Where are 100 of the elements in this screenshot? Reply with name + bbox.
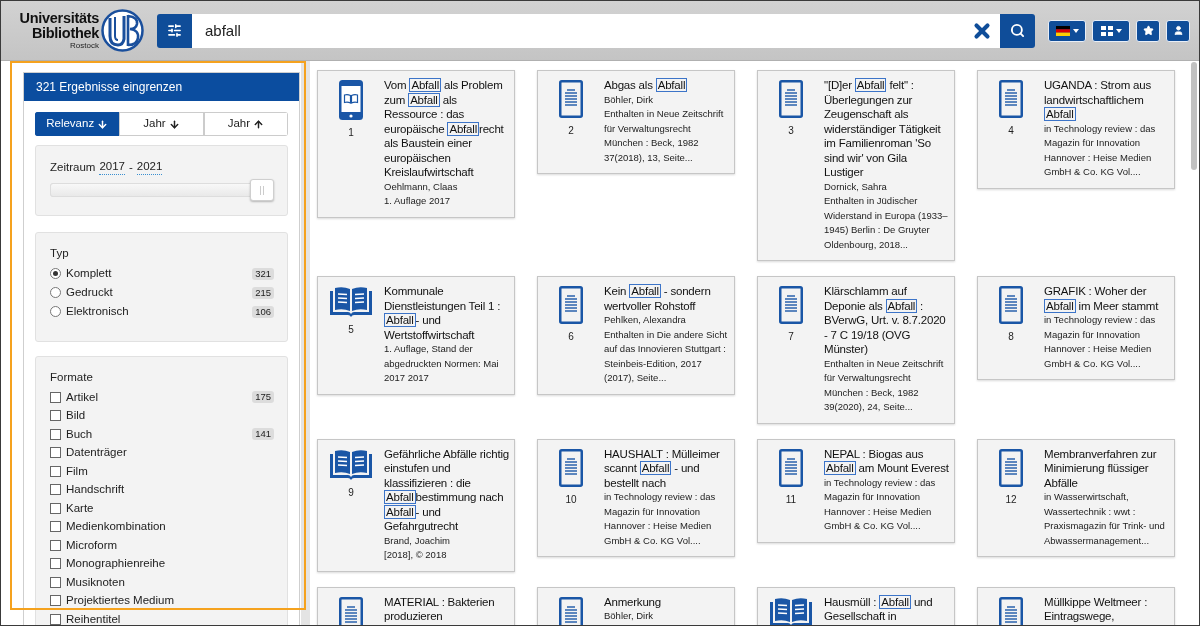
option-label[interactable]: Gedruckt [66, 283, 113, 302]
result-detail: 1. Auflage, Stand der abgedruckten Normen: Mai 2017 2017 [384, 342, 500, 385]
count-badge: 321 [252, 267, 274, 280]
language-button[interactable] [1048, 19, 1086, 42]
result-card[interactable]: 5 Kommunale Dienstleistungen Teil 1 : Abfall - und Wertstoffwirtschaft 1. Auflage, Stand der abgedruckten Normen: Mai 2017 2017 [317, 276, 515, 395]
result-card[interactable] [757, 70, 955, 261]
option-label[interactable]: Reihentitel [66, 610, 121, 625]
result-title[interactable]: NEPAL : Biogas aus Abfall am Mount Everest [824, 446, 949, 476]
checkbox[interactable] [50, 595, 61, 607]
result-title[interactable]: Anmerkung [604, 594, 729, 609]
result-detail: Dornick, Sahra [824, 179, 888, 194]
checkbox[interactable] [50, 576, 61, 588]
radio-button[interactable] [50, 268, 61, 279]
option-label[interactable]: Komplett [66, 264, 112, 283]
result-card[interactable]: MATERIAL : Bakterien produzieren [317, 586, 515, 625]
radio-button[interactable] [50, 287, 61, 298]
account-button[interactable] [1166, 19, 1190, 42]
checkbox[interactable] [50, 484, 61, 496]
scrollbar-thumb[interactable] [1191, 62, 1197, 170]
favorites-button[interactable] [1136, 19, 1160, 42]
option-label[interactable]: Handschrift [66, 481, 125, 499]
slider-thumb[interactable] [250, 179, 274, 201]
sort-button[interactable]: Jahr [119, 112, 204, 136]
result-card[interactable]: 11 NEPAL : Biogas aus Abfall am Mount Everest in Technology review : das Magazin für Innovation Hannover : Heise Medien GmbH & Co. KG Vol.... [757, 438, 955, 543]
checkbox[interactable] [50, 558, 61, 570]
result-title[interactable]: Kein Abfall - sondern wertvoller Rohstoff [604, 284, 729, 313]
checkbox[interactable] [50, 428, 61, 440]
arrow-down-icon [168, 118, 180, 130]
end-year[interactable]: 2021 [136, 159, 163, 175]
grid-icon [1100, 25, 1113, 36]
clear-button[interactable] [967, 13, 1000, 48]
section-title: Formate [50, 370, 94, 385]
result-card[interactable]: 6 Kein Abfall - sondern wertvoller Rohstoff Pehlken, Alexandra Enthalten in Die andere Sicht auf das Innovieren Stuttgart : Steinbeis-Edition, 2017 (2017), Seite... [537, 276, 735, 395]
document-icon [559, 448, 583, 487]
option-label[interactable]: Microform [66, 536, 118, 554]
option-label[interactable]: Datenträger [66, 444, 127, 462]
option-label[interactable]: Musiknoten [66, 573, 125, 591]
result-number: 1 [348, 127, 354, 139]
search-button[interactable] [1000, 13, 1035, 48]
option-label[interactable]: Buch [66, 425, 93, 443]
sort-button[interactable]: Jahr [203, 112, 288, 136]
checkbox[interactable] [50, 613, 61, 625]
view-button[interactable] [1092, 19, 1130, 42]
option-label[interactable]: Projektiertes Medium [66, 592, 174, 610]
option-label[interactable]: Karte [66, 499, 94, 517]
search-field[interactable]: abfall [192, 13, 967, 48]
filter-button[interactable] [157, 13, 192, 48]
option-label[interactable]: Artikel [66, 388, 98, 406]
document-icon [559, 286, 583, 324]
logo-icon[interactable] [101, 9, 144, 52]
result-title[interactable]: Kommunale Dienstleistungen Teil 1 : Abfall - und Wertstoffwirtschaft [384, 284, 509, 342]
sidebar-scrollbar[interactable] [301, 61, 310, 625]
result-card[interactable]: 4 UGANDA : Strom aus landwirtschaftlichem Abfall in Technology review : das Magazin für Innovation Hannover : Heise Medien GmbH & Co. KG Vol.... [977, 70, 1175, 189]
checkbox[interactable] [50, 447, 61, 459]
checkbox[interactable] [50, 521, 61, 533]
result-detail: in Technology review : das Magazin für Innovation Hannover : Heise Medien GmbH & Co. KG Vol.... [824, 475, 937, 533]
checkbox[interactable] [50, 539, 61, 551]
result-card[interactable]: 9 Gefährliche Abfälle richtig einstufen und klassifizieren : die Abfall bestimmung nach Abfall - und Gefahrgutrecht Brand, Joachim [2018], © 2018 [317, 438, 515, 572]
result-card[interactable]: 7 Klärschlamm auf Deponie als Abfall : BVerwG, Urt. v. 8.7.2020 - 7 C 19/18 (OVG Münster) Enthalten in Neue Zeitschrift für Verwaltungsrecht München : Beck, 1982 39(2020), 24, Seite... [757, 276, 955, 424]
option-label[interactable]: Monographienreihe [66, 555, 166, 573]
result-detail: 1. Auflage 2017 [384, 194, 452, 208]
user-icon [1172, 25, 1184, 36]
result-card[interactable]: 1 Vom Abfall als Problem zum Abfall als Ressource : das europäische Abfall recht als Baustein einer europäischen Kreislaufwirtschaft Oehlmann, Claas 1. Auflage 2017 [317, 70, 515, 218]
result-card[interactable]: Anmerkung Böhler, Dirk [537, 586, 735, 625]
result-title[interactable]: HAUSHALT : Mülleimer scannt Abfall - und bestellt nach [604, 446, 729, 490]
result-card[interactable]: 12 Membranverfahren zur Minimierung flüssiger Abfälle in Wasserwirtschaft, Wassertechnik : wwt : Praxismagazin für Trink- und Abwassermanagement... [977, 438, 1175, 557]
result-title[interactable]: MATERIAL : Bakterien produzieren [384, 594, 509, 624]
result-card[interactable]: Müllkippe Weltmeer : Eintragswege, [977, 586, 1175, 625]
logo-text[interactable]: Rostock [70, 41, 99, 50]
result-title[interactable]: Abgas als Abfall [604, 78, 729, 93]
option-label[interactable]: Bild [66, 407, 86, 425]
radio-button[interactable] [50, 306, 61, 317]
result-title[interactable]: Vom Abfall als Problem zum Abfall als Ressource : das europäische Abfall recht als Baustein einer europäischen Kreislaufwirtschaft [384, 78, 509, 180]
checkbox[interactable] [50, 465, 61, 477]
result-title[interactable]: UGANDA : Strom aus landwirtschaftlichem Abfall [1044, 78, 1169, 122]
result-title[interactable]: GRAFIK : Woher der Abfall im Meer stammt [1044, 284, 1169, 313]
sort-button[interactable]: Relevanz [35, 112, 120, 136]
option-label[interactable]: Film [66, 462, 88, 480]
option-label[interactable]: Medienkombination [66, 518, 166, 536]
result-title[interactable]: Gefährliche Abfälle richtig einstufen und klassifizieren : die Abfall bestimmung nach Abfall - und Gefahrgutrecht [384, 446, 509, 534]
option-label[interactable]: Elektronisch [66, 302, 129, 321]
checkbox[interactable] [50, 391, 61, 403]
result-title[interactable]: Membranverfahren zur Minimierung flüssiger Abfälle [1044, 446, 1169, 490]
logo-text[interactable]: Bibliothek [31, 26, 99, 41]
result-title[interactable]: Hausmüll : Abfall und Gesellschaft in [824, 594, 949, 624]
checkbox[interactable] [50, 410, 61, 422]
result-card[interactable]: 10 HAUSHALT : Mülleimer scannt Abfall - und bestellt nach in Technology review : das Magazin für Innovation Hannover : Heise Medien GmbH & Co. KG Vol.... [537, 438, 735, 557]
result-title[interactable]: Müllkippe Weltmeer : Eintragswege, [1044, 594, 1169, 624]
start-year[interactable]: 2017 [99, 159, 125, 175]
open-book-icon [330, 448, 372, 480]
logo-text[interactable]: Universitäts [19, 11, 99, 26]
result-card[interactable]: 8 GRAFIK : Woher der Abfall im Meer stammt in Technology review : das Magazin für Innovation Hannover : Heise Medien GmbH & Co. KG Vol.... [977, 276, 1175, 380]
range-separator: - [128, 159, 133, 175]
open-book-icon [330, 286, 372, 317]
result-card[interactable]: 2 Abgas als Abfall Böhler, Dirk Enthalten in Neue Zeitschrift für Verwaltungsrecht München : Beck, 1982 37(2018), 13, Seite... [537, 70, 735, 174]
checkbox[interactable] [50, 502, 61, 514]
result-title[interactable]: Klärschlamm auf Deponie als Abfall : BVerwG, Urt. v. 8.7.2020 - 7 C 19/18 (OVG Münster) [824, 284, 949, 357]
result-title[interactable]: "[D]er Abfall felt" : Überlegungen zur Zeugenschaft als widerständiger Tätigkeit im Familienroman 'So sind wir' von Gila Lustiger [824, 78, 949, 180]
result-detail: Enthalten in Neue Zeitschrift für Verwaltungsrecht München : Beck, 1982 37(2018), 13, Seite... [604, 107, 725, 165]
result-card[interactable]: Hausmüll : Abfall und Gesellschaft in [757, 586, 955, 625]
